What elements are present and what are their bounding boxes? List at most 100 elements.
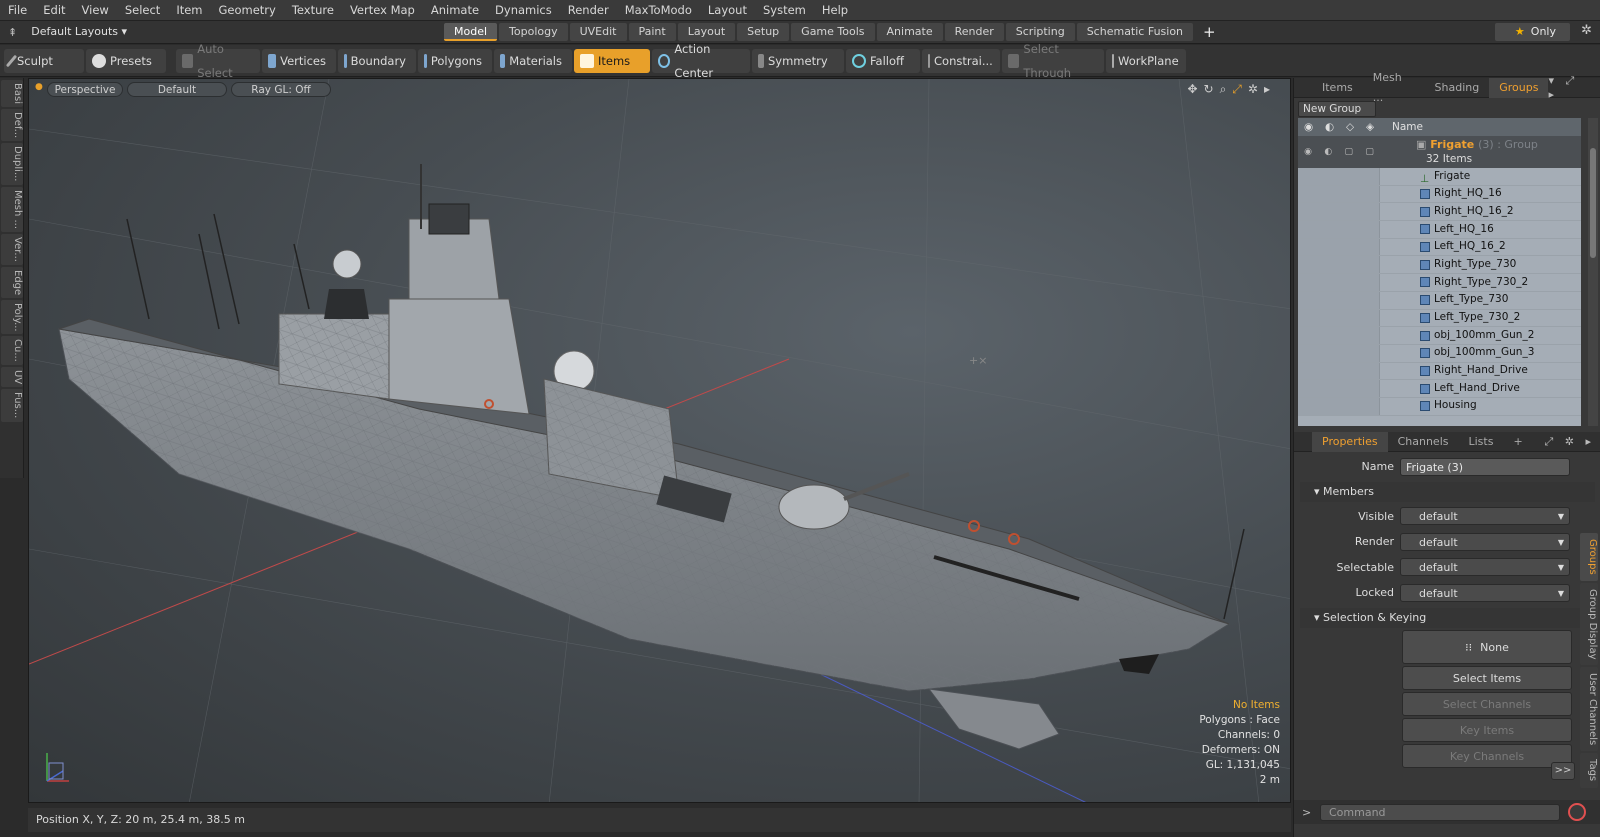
command-input[interactable]: Command [1320,803,1560,821]
menu-system[interactable]: System [755,0,814,21]
fit-icon[interactable]: ⤢ [1232,82,1248,96]
polygons-button[interactable]: Polygons [418,48,492,73]
menu-item[interactable]: Item [168,0,210,21]
tab-properties[interactable]: Properties [1312,431,1388,452]
viewport-dot-icon[interactable]: ● [35,82,43,92]
presets-button[interactable]: Presets [86,48,166,73]
tree-group-row[interactable]: ◉ ◐ ▢ ▢ ▣ Frigate (3) : Group 32 Items [1298,136,1581,168]
group-lock-icon[interactable]: ▢ [1345,147,1354,157]
menu-maxtomodo[interactable]: MaxToModo [617,0,700,21]
viewport-gear-icon[interactable]: ✲ [1248,82,1264,96]
tab-setup[interactable]: Setup [737,23,790,41]
action-center-button[interactable]: Action Center [652,42,750,80]
menu-animate[interactable]: Animate [423,0,487,21]
gear-icon[interactable]: ✲ [1581,23,1592,38]
tab-lists[interactable]: Lists [1459,432,1504,452]
tab-schematic-fusion[interactable]: Schematic Fusion [1076,23,1194,41]
tab-user-channels[interactable]: User Channels [1580,667,1598,752]
menu-geometry[interactable]: Geometry [211,0,284,21]
list-item[interactable]: Right_Type_730_2 [1298,274,1581,292]
members-section[interactable]: ▾ Members [1300,481,1595,502]
3d-viewport[interactable]: +× ● Perspective Default Ray GL: Off ✥↻⌕… [28,78,1291,803]
menu-render[interactable]: Render [560,0,617,21]
tab-polygon[interactable]: Poly... [1,299,23,335]
select-items-button[interactable]: Select Items [1402,665,1572,690]
layout-selector[interactable]: Default Layouts ▾ [23,21,135,43]
render-dropdown[interactable]: default ▼ [1400,532,1570,551]
tab-game-tools[interactable]: Game Tools [791,23,875,41]
list-item[interactable]: Left_HQ_16 [1298,221,1581,239]
group-eye-icon[interactable]: ◉ [1304,147,1312,157]
visible-dropdown[interactable]: default ▼ [1400,507,1570,526]
menu-vertex-map[interactable]: Vertex Map [342,0,423,21]
menu-view[interactable]: View [74,0,117,21]
list-item[interactable]: Right_Type_730 [1298,256,1581,275]
select-channels-button[interactable]: Select Channels [1402,691,1572,716]
tab-topology[interactable]: Topology [499,23,568,41]
menu-help[interactable]: Help [814,0,856,21]
perspective-button[interactable]: Perspective [47,82,123,97]
list-item[interactable]: Left_Type_730 [1298,291,1581,310]
tab-model[interactable]: Model [444,23,498,41]
group-render-icon[interactable]: ◐ [1324,147,1332,157]
select-through-button[interactable]: Select Through [1002,42,1104,80]
list-item[interactable]: Right_HQ_16_2 [1298,203,1581,222]
tree-scrollbar[interactable] [1588,118,1598,426]
tab-paint[interactable]: Paint [628,23,676,41]
menu-texture[interactable]: Texture [284,0,342,21]
render-icon[interactable]: ◐ [1325,121,1334,133]
none-button[interactable]: ⁝⁝ None [1402,629,1572,664]
tab-curve[interactable]: Cu... [1,336,23,366]
add-tab-plus-icon[interactable]: + [1203,23,1216,41]
lock-icon[interactable]: ◇ [1346,121,1354,133]
boundary-button[interactable]: Boundary [338,48,416,73]
tab-render[interactable]: Render [944,23,1004,41]
layout-pin-icon[interactable]: ⇞ [8,26,17,39]
menu-file[interactable]: File [0,0,35,21]
key-items-button[interactable]: Key Items [1402,717,1572,742]
menu-select[interactable]: Select [117,0,168,21]
rotate-icon[interactable]: ↻ [1204,82,1220,96]
sculpt-button[interactable]: Sculpt [4,48,84,73]
tab-uvedit[interactable]: UVEdit [569,23,627,41]
tab-mesh[interactable]: Mesh ... [1363,68,1425,108]
tab-basic[interactable]: Basi [1,80,23,107]
materials-button[interactable]: Materials [494,48,572,73]
tab-deform[interactable]: Def... [1,108,23,142]
falloff-button[interactable]: Falloff [846,48,920,73]
list-item[interactable]: Left_HQ_16_2 [1298,238,1581,257]
list-item[interactable]: Left_Type_730_2 [1298,309,1581,328]
tab-uv[interactable]: UV [1,367,23,388]
panel-options-icons[interactable]: ▾ ⤢ ▸ [1548,74,1594,101]
visibility-eye-icon[interactable]: ◉ [1304,121,1313,133]
select-icon[interactable]: ◈ [1366,121,1374,133]
tab-groups[interactable]: Groups [1489,77,1549,98]
list-item[interactable]: obj_100mm_Gun_2 [1298,327,1581,345]
tab-channels[interactable]: Channels [1388,432,1459,452]
constraints-button[interactable]: Constrai... [922,48,1000,73]
tab-shading[interactable]: Shading [1425,78,1490,98]
zoom-icon[interactable]: ⌕ [1220,82,1233,96]
more-button[interactable]: >> [1551,762,1575,780]
menu-edit[interactable]: Edit [35,0,73,21]
tab-edge[interactable]: Edge [1,266,23,298]
list-item[interactable]: Right_HQ_16 [1298,185,1581,204]
list-item[interactable]: Left_Hand_Drive [1298,380,1581,398]
locked-dropdown[interactable]: default ▼ [1400,583,1570,602]
menu-layout[interactable]: Layout [700,0,755,21]
group-select-icon[interactable]: ▢ [1365,147,1374,157]
auto-select-button[interactable]: Auto Select [176,42,260,80]
raygl-button[interactable]: Ray GL: Off [231,82,331,97]
list-item[interactable]: ⊥ Frigate [1298,168,1581,186]
tab-groups-side[interactable]: Groups [1580,533,1598,581]
tree-name-column[interactable]: Name [1392,121,1423,133]
tab-items[interactable]: Items [1312,78,1363,98]
tab-group-display[interactable]: Group Display [1580,582,1598,666]
list-item[interactable]: Right_Hand_Drive [1298,362,1581,381]
viewport-menu-icon[interactable]: ▸ [1264,82,1276,96]
workplane-button[interactable]: WorkPlane [1106,48,1186,73]
list-item[interactable]: obj_100mm_Gun_3 [1298,344,1581,363]
scrollbar-thumb[interactable] [1590,148,1596,258]
tab-vertex[interactable]: Ver... [1,233,23,265]
tab-mesh[interactable]: Mesh ... [1,186,23,232]
